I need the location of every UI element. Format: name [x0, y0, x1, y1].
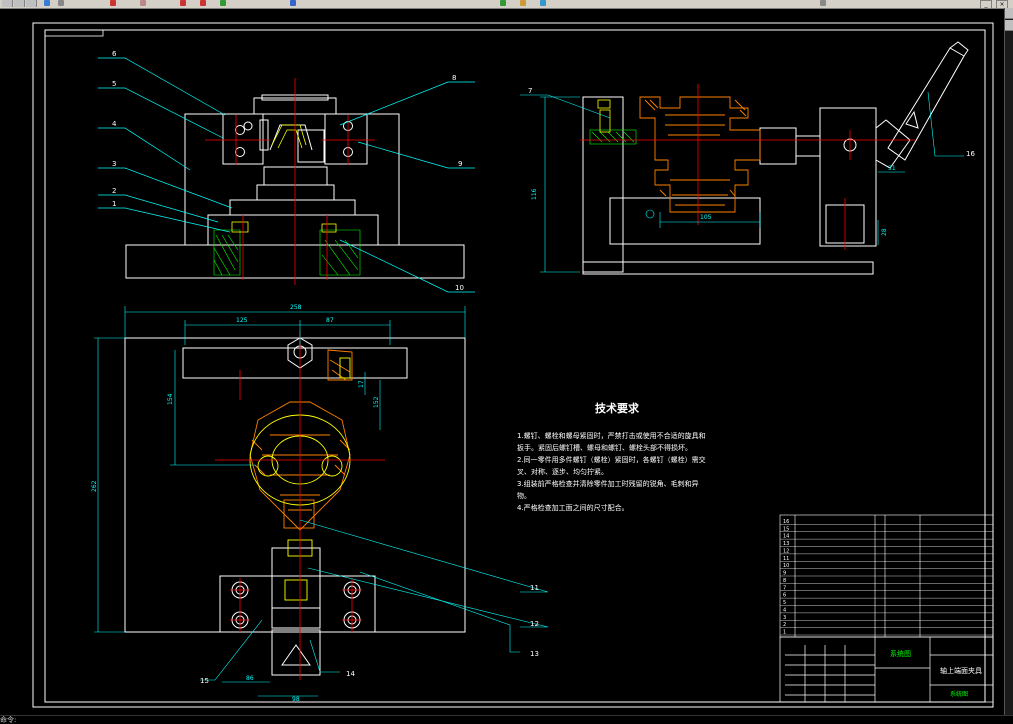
tech-req-list: 1.螺钉、螺栓和螺母紧固时，严禁打击或使用不合适的旋具和扳手。紧固后螺钉槽、螺母… [517, 430, 707, 514]
dimension-text: 31 [888, 165, 896, 172]
front-view-callouts: 6 5 4 3 2 1 8 9 10 [112, 50, 464, 292]
dimension-text: 105 [700, 214, 712, 221]
undo-icon[interactable] [200, 0, 206, 6]
school-name: 系统图 [890, 649, 911, 658]
dimension-text: 258 [290, 304, 302, 311]
vertical-scrollbar[interactable] [1004, 8, 1013, 716]
callout: 15 [200, 677, 209, 685]
parts-list-rows: 16151413121110987654321 [780, 519, 993, 636]
layer-icon[interactable] [540, 0, 546, 6]
cad-drawing-canvas[interactable]: 6 5 4 3 2 1 8 9 10 116 105 31 28 7 16 25… [0, 8, 1005, 716]
callout: 8 [452, 74, 456, 82]
paste-icon[interactable] [180, 0, 186, 6]
side-view [582, 96, 911, 275]
parts-list-row-number: 15 [783, 526, 789, 532]
side-view-callouts: 7 16 [528, 87, 975, 158]
dimension-text: 125 [236, 317, 248, 324]
parts-list-row-number: 11 [783, 556, 789, 562]
tech-req-item: 1.螺钉、螺栓和螺母紧固时，严禁打击或使用不合适的旋具和扳手。紧固后螺钉槽、螺母… [517, 432, 706, 452]
callout: 13 [530, 650, 539, 658]
dimension-text: 262 [91, 480, 98, 492]
tech-req-item: 3.组装前严格检查并清除零件加工时残留的锐角、毛刺和异物。 [517, 480, 699, 500]
parts-list-row-number: 7 [783, 585, 786, 591]
tech-req-item: 2.同一零件用多件螺钉（螺栓）紧固时，各螺钉（螺栓）需交叉、对称、逐步、均匀拧紧… [517, 456, 706, 476]
cut-icon[interactable] [110, 0, 116, 6]
tech-req-item: 4.严格检查加工面之间的尺寸配合。 [517, 504, 629, 512]
properties-icon[interactable] [520, 0, 526, 6]
parts-list-row-number: 16 [783, 519, 789, 525]
plan-view-section [249, 349, 353, 531]
plan-view [124, 337, 466, 676]
code-box [44, 29, 104, 37]
parts-list-row-number: 6 [783, 593, 786, 599]
parts-list-row-number: 14 [783, 534, 789, 540]
callout: 14 [346, 670, 355, 678]
side-view-dimensions [520, 91, 964, 273]
callout: 3 [112, 160, 116, 168]
side-view-hatch [589, 129, 637, 145]
inner-border [44, 29, 986, 703]
parts-list-row-number: 13 [783, 541, 789, 547]
dimension-text: 87 [326, 317, 334, 324]
pencil-tool [887, 41, 969, 161]
parts-list-row-number: 12 [783, 548, 789, 554]
parts-list-row-number: 5 [783, 600, 786, 606]
parts-list-row-number: 10 [783, 563, 789, 569]
side-view-section [639, 96, 761, 213]
parts-list-row-number: 8 [783, 578, 786, 584]
callout: 11 [530, 584, 539, 592]
parts-list-row-number: 9 [783, 571, 786, 577]
callout: 9 [458, 160, 462, 168]
callout: 5 [112, 80, 116, 88]
print-icon[interactable] [44, 0, 50, 6]
dimension-text: 116 [531, 188, 538, 200]
zoom-icon[interactable] [500, 0, 506, 6]
side-view-labels: 116 105 31 28 [531, 165, 896, 236]
drawing-label: 系统图 [950, 690, 968, 698]
front-view-hatch [213, 229, 361, 276]
copy-icon[interactable] [140, 0, 146, 6]
scroll-up-button[interactable] [1005, 8, 1013, 19]
drawing-title: 轴上端面夹具 [940, 666, 982, 675]
front-view-leaders [98, 57, 475, 293]
pan-icon[interactable] [290, 0, 296, 6]
callout: 1 [112, 200, 116, 208]
parts-list-row-number: 4 [783, 607, 786, 613]
command-line[interactable]: 命令: [0, 715, 1013, 724]
front-view-yellow [231, 124, 337, 233]
preview-icon[interactable] [58, 0, 64, 6]
title-block-text: 系统图 轴上端面夹具 系统图 [890, 649, 982, 698]
callout: 12 [530, 620, 539, 628]
callout: 10 [455, 284, 464, 292]
outer-border [32, 22, 994, 708]
parts-list-row-number: 3 [783, 615, 786, 621]
callout: 4 [112, 120, 117, 128]
parts-list-row-number: 2 [783, 622, 786, 628]
dimension-text: 86 [246, 675, 254, 682]
callout: 2 [112, 187, 116, 195]
dimension-text: 98 [292, 696, 300, 703]
callout: 7 [528, 87, 532, 95]
side-view-centerlines [580, 84, 915, 250]
callout: 6 [112, 50, 117, 58]
scroll-thumb[interactable] [1005, 20, 1013, 31]
dimension-text: 152 [373, 396, 380, 408]
new-file-button[interactable] [2, 0, 13, 7]
callout: 16 [966, 150, 975, 158]
parts-list-row-number: 1 [783, 630, 786, 636]
match-icon[interactable] [820, 0, 826, 6]
open-file-button[interactable] [14, 0, 25, 7]
save-file-button[interactable] [26, 0, 37, 7]
redo-icon[interactable] [220, 0, 226, 6]
front-view-centerlines [205, 78, 375, 285]
dimension-text: 17 [358, 380, 365, 388]
tech-req-heading: 技术要求 [595, 401, 640, 415]
dimension-text: 28 [881, 228, 888, 236]
command-prompt: 命令: [0, 716, 17, 724]
technical-requirements: 技术要求 [595, 401, 640, 415]
dimension-text: 154 [167, 393, 174, 405]
